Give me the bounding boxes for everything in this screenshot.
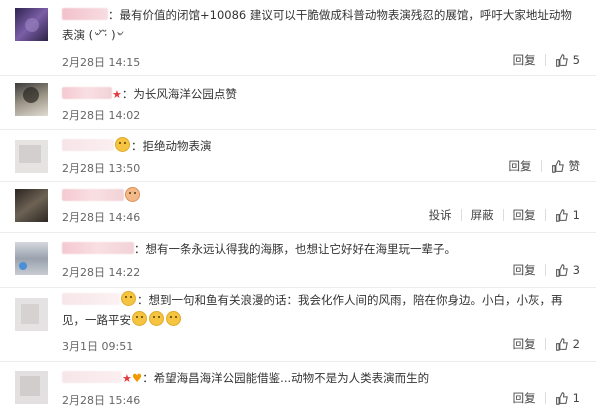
like-button[interactable]: 5 — [555, 53, 580, 67]
comment-body: ★：为长风海洋公园点赞 — [62, 84, 576, 105]
avatar[interactable] — [15, 189, 48, 222]
comment-item: 2月28日 14:46 投诉 屏蔽 回复 1 — [0, 182, 596, 233]
emoji-icon — [149, 311, 164, 326]
reply-button[interactable]: 回复 — [513, 262, 536, 278]
like-count: 3 — [572, 263, 580, 277]
comment-text: ：为长风海洋公园点赞 — [121, 87, 237, 101]
like-button[interactable]: 1 — [555, 208, 580, 222]
username-blurred[interactable] — [62, 139, 114, 151]
comment-time: 2月28日 14:15 — [62, 56, 141, 69]
reply-button[interactable]: 回复 — [513, 52, 536, 68]
report-button[interactable]: 投诉 — [429, 207, 452, 223]
comment-time: 2月28日 15:46 — [62, 394, 141, 407]
comment-body: ：想到一句和鱼有关浪漫的话：我会化作人间的风雨，陪在你身边。小白，小灰，再见，一… — [62, 290, 576, 330]
comment-item: ：想到一句和鱼有关浪漫的话：我会化作人间的风雨，陪在你身边。小白，小灰，再见，一… — [0, 288, 596, 362]
comment-actions: 回复 3 — [513, 262, 580, 278]
emoji-icon — [125, 187, 140, 202]
avatar[interactable] — [15, 371, 48, 404]
comment-actions: 投诉 屏蔽 回复 1 — [429, 207, 580, 223]
like-count: 1 — [572, 391, 580, 405]
divider — [544, 392, 546, 404]
emoji-icon — [115, 137, 130, 152]
emoji-icon — [132, 311, 147, 326]
comment-time: 2月28日 14:46 — [62, 211, 141, 224]
comment-time: 2月28日 14:22 — [62, 266, 141, 279]
divider — [544, 338, 546, 350]
comment-text: ：最有价值的闭馆+10086 建议可以干脆做成科普动物表演残忍的展馆，呼吁大家地… — [62, 8, 572, 42]
like-count: 5 — [572, 53, 580, 67]
comment-body: ★♥：希望海昌海洋公园能借鉴...动物不是为人类表演而生的 — [62, 368, 576, 389]
reply-button[interactable]: 回复 — [509, 158, 532, 174]
divider — [544, 209, 546, 221]
username-blurred[interactable] — [62, 293, 120, 305]
username-blurred[interactable] — [62, 87, 112, 99]
comment-item: ★：为长风海洋公园点赞 2月28日 14:02 — [0, 76, 596, 130]
comment-text: ：拒绝动物表演 — [131, 139, 212, 153]
comment-list: ：最有价值的闭馆+10086 建议可以干脆做成科普动物表演残忍的展馆，呼吁大家地… — [0, 0, 596, 420]
comment-body: ：想有一条永远认得我的海豚，也想让它好好在海里玩一辈子。 — [62, 239, 576, 259]
divider — [540, 160, 542, 172]
like-count: 1 — [572, 208, 580, 222]
comment-item: ：拒绝动物表演 2月28日 13:50 回复 赞 — [0, 130, 596, 182]
block-button[interactable]: 屏蔽 — [471, 207, 494, 223]
like-button[interactable]: 3 — [555, 263, 580, 277]
comment-kaomoji: (৺ ̆·̆ )৺ — [88, 28, 123, 42]
comment-time: 3月1日 09:51 — [62, 340, 134, 353]
divider — [544, 264, 546, 276]
thumbs-up-icon — [555, 337, 568, 351]
comment-body: ：拒绝动物表演 — [62, 136, 576, 156]
comment-actions: 回复 赞 — [509, 158, 581, 174]
divider — [544, 54, 546, 66]
comment-time: 2月28日 14:02 — [62, 109, 141, 122]
like-button[interactable]: 1 — [555, 391, 580, 405]
vip-star-icon: ★ — [122, 372, 132, 385]
username-blurred[interactable] — [62, 8, 108, 20]
thumbs-up-icon — [555, 391, 568, 405]
comment-item: ：最有价值的闭馆+10086 建议可以干脆做成科普动物表演残忍的展馆，呼吁大家地… — [0, 0, 596, 76]
thumbs-up-icon — [551, 159, 564, 173]
comment-actions: 回复 1 — [513, 390, 580, 406]
divider — [460, 209, 462, 221]
vip-star-icon: ★ — [112, 88, 122, 101]
comment-item: ★♥：希望海昌海洋公园能借鉴...动物不是为人类表演而生的 2月28日 15:4… — [0, 362, 596, 420]
like-count: 2 — [572, 337, 580, 351]
comment-actions: 回复 2 — [513, 336, 580, 352]
comment-body — [62, 186, 576, 206]
emoji-icon — [166, 311, 181, 326]
heart-icon: ♥ — [131, 371, 143, 385]
avatar[interactable] — [15, 298, 48, 331]
username-blurred[interactable] — [62, 371, 122, 383]
avatar[interactable] — [15, 83, 48, 116]
comment-text: ：想有一条永远认得我的海豚，也想让它好好在海里玩一辈子。 — [134, 242, 456, 256]
like-button[interactable]: 赞 — [551, 158, 581, 174]
comment-actions: 回复 5 — [513, 52, 580, 68]
reply-button[interactable]: 回复 — [513, 336, 536, 352]
username-blurred[interactable] — [62, 242, 134, 254]
avatar[interactable] — [15, 242, 48, 275]
like-button[interactable]: 2 — [555, 337, 580, 351]
thumbs-up-icon — [555, 208, 568, 222]
comment-body: ：最有价值的闭馆+10086 建议可以干脆做成科普动物表演残忍的展馆，呼吁大家地… — [62, 5, 576, 45]
avatar[interactable] — [15, 8, 48, 41]
emoji-icon — [121, 291, 136, 306]
comment-time: 2月28日 13:50 — [62, 162, 141, 175]
reply-button[interactable]: 回复 — [513, 390, 536, 406]
avatar[interactable] — [15, 140, 48, 173]
thumbs-up-icon — [555, 53, 568, 67]
username-blurred[interactable] — [62, 189, 124, 201]
comment-text: ：希望海昌海洋公园能借鉴...动物不是为人类表演而生的 — [142, 371, 430, 385]
comment-item: ：想有一条永远认得我的海豚，也想让它好好在海里玩一辈子。 2月28日 14:22… — [0, 233, 596, 288]
divider — [502, 209, 504, 221]
reply-button[interactable]: 回复 — [513, 207, 536, 223]
thumbs-up-icon — [555, 263, 568, 277]
like-label: 赞 — [568, 159, 581, 173]
